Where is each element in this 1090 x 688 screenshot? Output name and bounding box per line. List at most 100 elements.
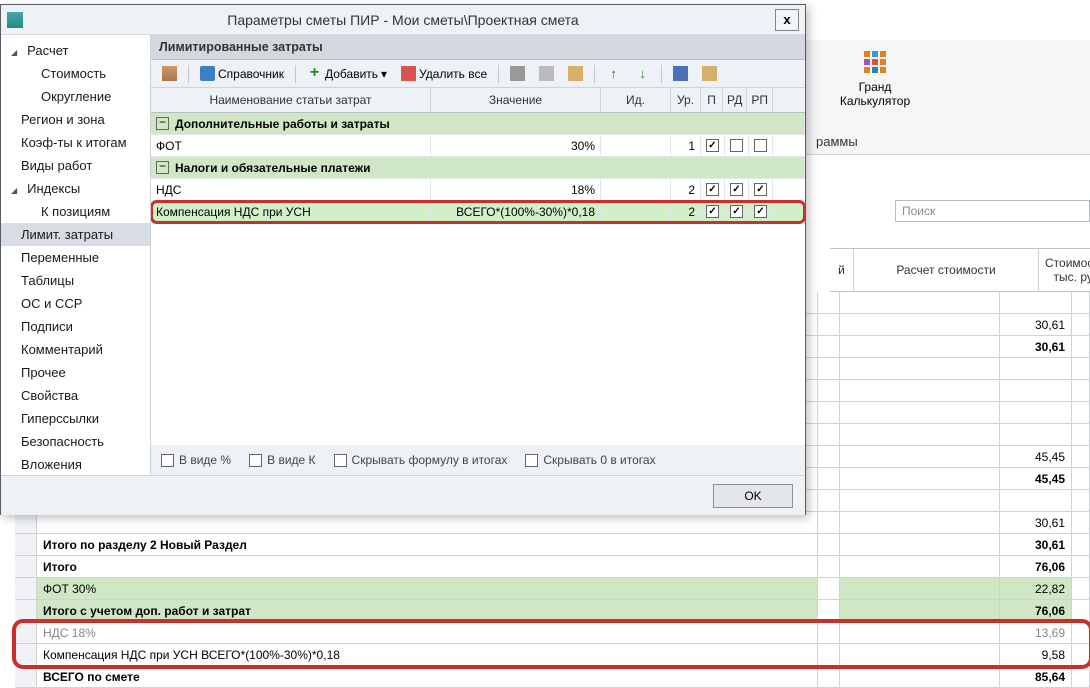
nav-item[interactable]: Гиперссылки (1, 407, 150, 430)
sheet-row[interactable]: 30,61 (15, 512, 1090, 534)
col-header: й (830, 249, 854, 291)
checkbox[interactable] (730, 139, 743, 152)
arrow-down-icon: ↓ (635, 66, 650, 81)
ribbon-label: Гранд (830, 80, 920, 94)
grid-row[interactable]: Налоги и обязательные платежи (151, 157, 805, 179)
dialog-footer: OK (1, 475, 805, 515)
nav-item[interactable]: Подписи (1, 315, 150, 338)
delete-icon (401, 66, 416, 81)
col-header: Ид. (601, 88, 671, 112)
col-header: П (701, 88, 723, 112)
nav-item[interactable]: Безопасность (1, 430, 150, 453)
sheet-row[interactable]: Итого с учетом доп. работ и затрат76,06 (15, 600, 1090, 622)
ribbon-label: Калькулятор (830, 94, 920, 108)
nav-item[interactable]: Расчет (1, 39, 150, 62)
titlebar: Параметры сметы ПИР - Мои сметы\Проектна… (1, 5, 805, 35)
checkbox[interactable] (730, 205, 743, 218)
delete-all-button[interactable]: Удалить все (396, 64, 492, 83)
copy-button[interactable] (534, 64, 559, 83)
move-up-button[interactable]: ↑ (601, 64, 626, 83)
sheet-row[interactable]: Итого по разделу 2 Новый Раздел30,61 (15, 534, 1090, 556)
book-icon (162, 66, 177, 81)
nav-item[interactable]: Переменные (1, 246, 150, 269)
grid-row[interactable]: ФОТ30%1 (151, 135, 805, 157)
checkbox[interactable] (706, 205, 719, 218)
save-button[interactable] (668, 64, 693, 83)
sheet-header: й Расчет стоимости Стоимость, тыс. руб И… (830, 248, 1090, 292)
grid-row[interactable]: Дополнительные работы и затраты (151, 113, 805, 135)
nav-item[interactable]: Виды работ (1, 154, 150, 177)
toolbar: Справочник +Добавить ▾ Удалить все ↑ ↓ (151, 60, 805, 88)
save-icon (673, 66, 688, 81)
opt-percent[interactable]: В виде % (161, 453, 231, 467)
nav-item[interactable]: Лимит. затраты (1, 223, 150, 246)
nav-item[interactable]: Округление (1, 85, 150, 108)
book-button[interactable] (157, 64, 182, 83)
nav-item[interactable]: Регион и зона (1, 108, 150, 131)
sheet-row[interactable]: Итого76,06 (15, 556, 1090, 578)
ribbon-tab-fragment[interactable]: раммы (808, 130, 866, 153)
opt-hide-formula[interactable]: Скрывать формулу в итогах (334, 453, 508, 467)
toolbar-label: Удалить все (419, 67, 487, 81)
opt-hide-zero[interactable]: Скрывать 0 в итогах (525, 453, 655, 467)
open-button[interactable] (697, 64, 722, 83)
checkbox[interactable] (706, 139, 719, 152)
reference-button[interactable]: Справочник (195, 64, 289, 83)
grid-body[interactable]: Дополнительные работы и затратыФОТ30%1На… (151, 113, 805, 445)
col-header: Расчет стоимости (854, 249, 1039, 291)
grid-header: Наименование статьи затрат Значение Ид. … (151, 88, 805, 113)
sheet-row[interactable]: НДС 18%13,69 (15, 622, 1090, 644)
col-header: Стоимость, тыс. руб (1039, 249, 1090, 291)
nav-item[interactable]: Коэф-ты к итогам (1, 131, 150, 154)
content-area: Лимитированные затраты Справочник +Добав… (151, 35, 805, 475)
cut-icon (510, 66, 525, 81)
copy-icon (539, 66, 554, 81)
search-input[interactable]: Поиск (895, 200, 1090, 222)
close-button[interactable]: x (775, 9, 799, 31)
paste-button[interactable] (563, 64, 588, 83)
checkbox[interactable] (754, 205, 767, 218)
grid-row[interactable]: Компенсация НДС при УСНВСЕГО*(100%-30%)*… (151, 201, 805, 223)
toolbar-label: Справочник (218, 67, 284, 81)
col-header: Наименование статьи затрат (151, 88, 431, 112)
nav-item[interactable]: К позициям (1, 200, 150, 223)
grand-calculator-button[interactable]: Гранд Калькулятор (830, 48, 920, 108)
params-dialog: Параметры сметы ПИР - Мои сметы\Проектна… (0, 4, 806, 515)
nav-item[interactable]: Свойства (1, 384, 150, 407)
sheet-row[interactable]: ВСЕГО по смете85,64 (15, 666, 1090, 688)
checkbox[interactable] (730, 183, 743, 196)
col-header: Значение (431, 88, 601, 112)
ok-button[interactable]: OK (713, 484, 793, 508)
col-header: Ур. (671, 88, 701, 112)
calculator-icon (861, 48, 889, 76)
opt-k[interactable]: В виде К (249, 453, 315, 467)
checkbox[interactable] (754, 139, 767, 152)
nav-item[interactable]: Стоимость (1, 62, 150, 85)
footer-options: В виде % В виде К Скрывать формулу в ито… (151, 445, 805, 475)
sheet-row[interactable]: ФОТ 30%22,82 (15, 578, 1090, 600)
nav-item[interactable]: Комментарий (1, 338, 150, 361)
cut-button[interactable] (505, 64, 530, 83)
col-header: РД (723, 88, 747, 112)
arrow-up-icon: ↑ (606, 66, 621, 81)
col-header: РП (747, 88, 773, 112)
open-icon (702, 66, 717, 81)
checkbox[interactable] (754, 183, 767, 196)
nav-item[interactable]: Таблицы (1, 269, 150, 292)
nav-item[interactable]: Индексы (1, 177, 150, 200)
add-button[interactable]: +Добавить ▾ (302, 64, 392, 83)
paste-icon (568, 66, 583, 81)
move-down-button[interactable]: ↓ (630, 64, 655, 83)
nav-item[interactable]: ОС и ССР (1, 292, 150, 315)
toolbar-label: Добавить (325, 67, 378, 81)
checkbox[interactable] (706, 183, 719, 196)
help-icon (200, 66, 215, 81)
section-title: Лимитированные затраты (151, 35, 805, 60)
nav-item[interactable]: Прочее (1, 361, 150, 384)
grid-row[interactable]: НДС18%2 (151, 179, 805, 201)
sheet-row[interactable]: Компенсация НДС при УСН ВСЕГО*(100%-30%)… (15, 644, 1090, 666)
nav-item[interactable]: Вложения (1, 453, 150, 475)
nav-tree[interactable]: РасчетСтоимостьОкруглениеРегион и зонаКо… (1, 35, 151, 475)
plus-icon: + (307, 66, 322, 81)
dialog-title: Параметры сметы ПИР - Мои сметы\Проектна… (31, 12, 775, 28)
